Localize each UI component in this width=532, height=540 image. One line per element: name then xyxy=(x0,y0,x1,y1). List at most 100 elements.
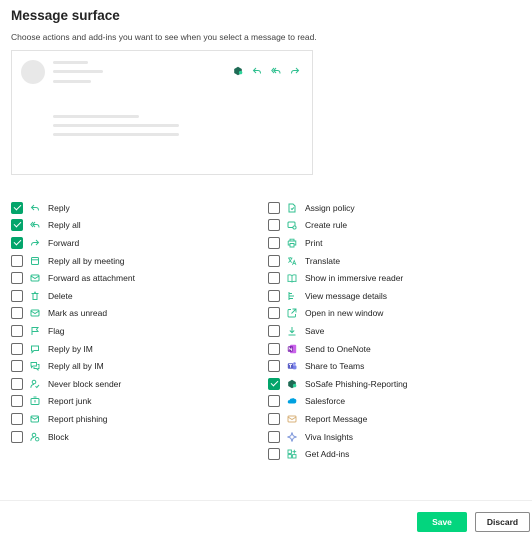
option-row-save[interactable]: Save xyxy=(268,322,408,340)
option-label: Salesforce xyxy=(305,396,346,407)
reply-icon xyxy=(252,66,262,76)
checkbox-delete[interactable] xyxy=(11,289,23,302)
checkbox-mark-as-unread[interactable] xyxy=(11,307,23,320)
checkbox-reply-all-by-meeting[interactable] xyxy=(11,254,23,267)
option-label: Report phishing xyxy=(48,413,108,424)
checkbox-report-junk[interactable] xyxy=(11,395,23,408)
option-row-send-to-onenote[interactable]: Send to OneNote xyxy=(268,340,408,358)
page-subtitle: Choose actions and add-ins you want to s… xyxy=(11,32,317,42)
checkbox-report-message[interactable] xyxy=(268,412,280,425)
reply-icon xyxy=(30,203,40,213)
checkbox-send-to-onenote[interactable] xyxy=(268,342,280,355)
option-label: Reply by IM xyxy=(48,343,93,354)
avatar-placeholder xyxy=(21,60,45,84)
option-row-forward-as-attachment[interactable]: Forward as attachment xyxy=(11,269,135,287)
report-message-icon xyxy=(287,414,297,424)
option-row-sosafe-phishing-reporting[interactable]: SoSafe Phishing-Reporting xyxy=(268,375,408,393)
checkbox-sosafe-phishing-reporting[interactable] xyxy=(268,377,280,390)
checkbox-translate[interactable] xyxy=(268,254,280,267)
checkbox-view-message-details[interactable] xyxy=(268,289,280,302)
checkbox-save[interactable] xyxy=(268,324,280,337)
right-options-list: Assign policy Create rule Print Translate Sh… xyxy=(268,199,408,463)
option-row-print[interactable]: Print xyxy=(268,234,408,252)
option-row-share-to-teams[interactable]: Share to Teams xyxy=(268,357,408,375)
checkbox-reply-all[interactable] xyxy=(11,219,23,232)
option-row-open-in-new-window[interactable]: Open in new window xyxy=(268,305,408,323)
checkbox-flag[interactable] xyxy=(11,324,23,337)
placeholder-line xyxy=(53,115,139,118)
option-row-create-rule[interactable]: Create rule xyxy=(268,217,408,235)
option-row-block[interactable]: Block xyxy=(11,428,135,446)
option-label: Flag xyxy=(48,325,65,336)
option-label: Reply all by meeting xyxy=(48,255,125,266)
option-label: Reply all xyxy=(48,220,81,231)
option-row-reply-all-by-im[interactable]: Reply all by IM xyxy=(11,357,135,375)
option-label: Delete xyxy=(48,290,73,301)
save-button[interactable]: Save xyxy=(417,512,467,532)
option-label: Forward as attachment xyxy=(48,273,135,284)
checkbox-reply-all-by-im[interactable] xyxy=(11,360,23,373)
checkbox-show-in-immersive-reader[interactable] xyxy=(268,272,280,285)
checkbox-never-block-sender[interactable] xyxy=(11,377,23,390)
option-label: Show in immersive reader xyxy=(305,273,404,284)
option-row-report-message[interactable]: Report Message xyxy=(268,410,408,428)
checkbox-salesforce[interactable] xyxy=(268,395,280,408)
checkbox-reply[interactable] xyxy=(11,201,23,214)
get-addins-icon xyxy=(287,449,297,459)
option-row-viva-insights[interactable]: Viva Insights xyxy=(268,428,408,446)
checkbox-get-add-ins[interactable] xyxy=(268,448,280,461)
checkbox-print[interactable] xyxy=(268,236,280,249)
print-icon xyxy=(287,238,297,248)
forward-icon xyxy=(30,238,40,248)
option-row-flag[interactable]: Flag xyxy=(11,322,135,340)
report-phishing-icon xyxy=(30,414,40,424)
placeholder-line xyxy=(53,70,103,73)
checkbox-viva-insights[interactable] xyxy=(268,430,280,443)
discard-button[interactable]: Discard xyxy=(475,512,530,532)
option-row-reply[interactable]: Reply xyxy=(11,199,135,217)
option-row-reply-by-im[interactable]: Reply by IM xyxy=(11,340,135,358)
checkbox-forward-as-attachment[interactable] xyxy=(11,272,23,285)
checkbox-share-to-teams[interactable] xyxy=(268,360,280,373)
checkbox-reply-by-im[interactable] xyxy=(11,342,23,355)
option-row-translate[interactable]: Translate xyxy=(268,252,408,270)
checkbox-forward[interactable] xyxy=(11,236,23,249)
option-label: Viva Insights xyxy=(305,431,354,442)
option-label: Share to Teams xyxy=(305,361,365,372)
checkbox-create-rule[interactable] xyxy=(268,219,280,232)
delete-icon xyxy=(30,291,40,301)
forward-icon xyxy=(290,66,300,76)
checkbox-assign-policy[interactable] xyxy=(268,201,280,214)
option-row-salesforce[interactable]: Salesforce xyxy=(268,393,408,411)
option-label: Never block sender xyxy=(48,378,122,389)
option-label: Report Message xyxy=(305,413,368,424)
teams-icon xyxy=(287,361,297,371)
flag-icon xyxy=(30,326,40,336)
option-row-report-junk[interactable]: Report junk xyxy=(11,393,135,411)
option-label: Send to OneNote xyxy=(305,343,371,354)
checkbox-block[interactable] xyxy=(11,430,23,443)
option-row-forward[interactable]: Forward xyxy=(11,234,135,252)
left-options-list: Reply Reply all Forward Reply all by meetin… xyxy=(11,199,135,445)
option-label: Report junk xyxy=(48,396,92,407)
viva-insights-icon xyxy=(287,431,297,442)
footer-divider xyxy=(0,500,532,501)
option-row-report-phishing[interactable]: Report phishing xyxy=(11,410,135,428)
option-row-delete[interactable]: Delete xyxy=(11,287,135,305)
option-label: Print xyxy=(305,237,323,248)
option-row-never-block-sender[interactable]: Never block sender xyxy=(11,375,135,393)
option-row-reply-all-by-meeting[interactable]: Reply all by meeting xyxy=(11,252,135,270)
checkbox-open-in-new-window[interactable] xyxy=(268,307,280,320)
option-row-assign-policy[interactable]: Assign policy xyxy=(268,199,408,217)
option-row-mark-as-unread[interactable]: Mark as unread xyxy=(11,305,135,323)
checkbox-report-phishing[interactable] xyxy=(11,412,23,425)
preview-toolbar xyxy=(233,66,300,76)
option-row-reply-all[interactable]: Reply all xyxy=(11,217,135,235)
option-row-view-message-details[interactable]: View message details xyxy=(268,287,408,305)
option-row-get-add-ins[interactable]: Get Add-ins xyxy=(268,445,408,463)
message-details-icon xyxy=(287,291,297,301)
option-label: Translate xyxy=(305,255,341,266)
person-check-icon xyxy=(30,379,40,389)
placeholder-line xyxy=(53,124,179,127)
option-row-show-in-immersive-reader[interactable]: Show in immersive reader xyxy=(268,269,408,287)
